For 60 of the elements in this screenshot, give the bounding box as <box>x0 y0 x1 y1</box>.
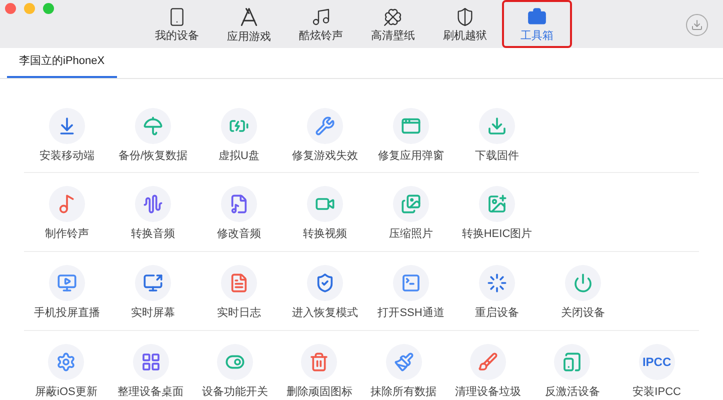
tool-button[interactable]: 删除顽固图标 <box>277 344 362 398</box>
trash-icon <box>309 352 330 372</box>
tool-button[interactable]: 进入恢复模式 <box>282 265 368 319</box>
nav-tab[interactable]: 我的设备 <box>142 0 212 48</box>
tool-button[interactable]: 屏蔽iOS更新 <box>24 344 108 398</box>
tool-button[interactable]: 制作铃声 <box>24 186 110 240</box>
tool-button[interactable]: 清理设备垃圾 <box>446 344 530 398</box>
grid-icon <box>140 352 161 372</box>
tool-button[interactable]: 实时日志 <box>196 265 282 319</box>
clover-icon <box>383 6 403 26</box>
nav-tab[interactable]: 应用游戏 <box>214 0 284 48</box>
power-icon <box>573 273 593 293</box>
music-file-icon <box>229 194 249 214</box>
waveform-icon <box>143 194 163 214</box>
tool-button[interactable]: 转换音频 <box>110 186 196 240</box>
screen-share-icon <box>143 273 163 293</box>
device-tab[interactable]: 李国立的iPhoneX <box>7 47 117 78</box>
brush-icon <box>394 352 414 372</box>
terminal-icon <box>401 273 421 293</box>
tool-button[interactable]: 设备功能开关 <box>192 344 278 398</box>
music-note-icon <box>57 194 77 214</box>
tool-button[interactable]: 实时屏幕 <box>110 265 196 319</box>
tool-button[interactable]: 反激活设备 <box>530 344 615 398</box>
download-icon <box>691 19 703 31</box>
ipcc-label: IPCC <box>642 356 672 368</box>
tool-button[interactable]: 下载固件 <box>454 108 540 162</box>
tool-button[interactable]: 打开SSH通道 <box>368 265 454 319</box>
download-icon <box>487 116 507 136</box>
shield-icon <box>455 6 475 26</box>
photos-icon <box>401 194 421 214</box>
tool-button[interactable]: 压缩照片 <box>368 186 454 240</box>
shield-check-icon <box>315 273 335 293</box>
tool-button[interactable]: 抹除所有数据 <box>362 344 446 398</box>
download-button[interactable] <box>686 14 708 36</box>
tool-button[interactable]: 关闭设备 <box>540 265 626 319</box>
umbrella-icon <box>143 116 163 136</box>
image-icon <box>487 194 507 214</box>
tool-button[interactable]: 修复应用弹窗 <box>368 108 454 162</box>
settings-icon <box>56 352 76 372</box>
nav-tab[interactable]: 高清壁纸 <box>358 0 428 48</box>
music-note-icon <box>311 6 331 26</box>
tool-button[interactable]: 重启设备 <box>454 265 540 319</box>
tool-button[interactable]: 虚拟U盘 <box>196 108 282 162</box>
document-icon <box>229 273 249 293</box>
tool-button[interactable]: 备份/恢复数据 <box>110 108 196 162</box>
phone-icon <box>562 352 582 372</box>
tool-button[interactable]: 安装移动端 <box>24 108 110 162</box>
tool-button[interactable]: IPCC 安装IPCC <box>614 344 699 398</box>
tool-button[interactable]: 转换视频 <box>282 186 368 240</box>
app-window-icon <box>401 116 421 136</box>
nav-tab[interactable]: 工具箱 <box>502 0 572 48</box>
tool-button[interactable]: 手机投屏直播 <box>24 265 110 319</box>
nav-tab[interactable]: 刷机越狱 <box>430 0 500 48</box>
tool-button[interactable]: 修复游戏失效 <box>282 108 368 162</box>
tool-button[interactable]: 整理设备桌面 <box>108 344 193 398</box>
spinner-icon <box>487 273 507 293</box>
tool-button[interactable]: 转换HEIC图片 <box>454 186 540 240</box>
nav-tab[interactable]: 酷炫铃声 <box>286 0 356 48</box>
app-store-icon <box>238 6 260 28</box>
tool-button[interactable]: 修改音频 <box>196 186 282 240</box>
